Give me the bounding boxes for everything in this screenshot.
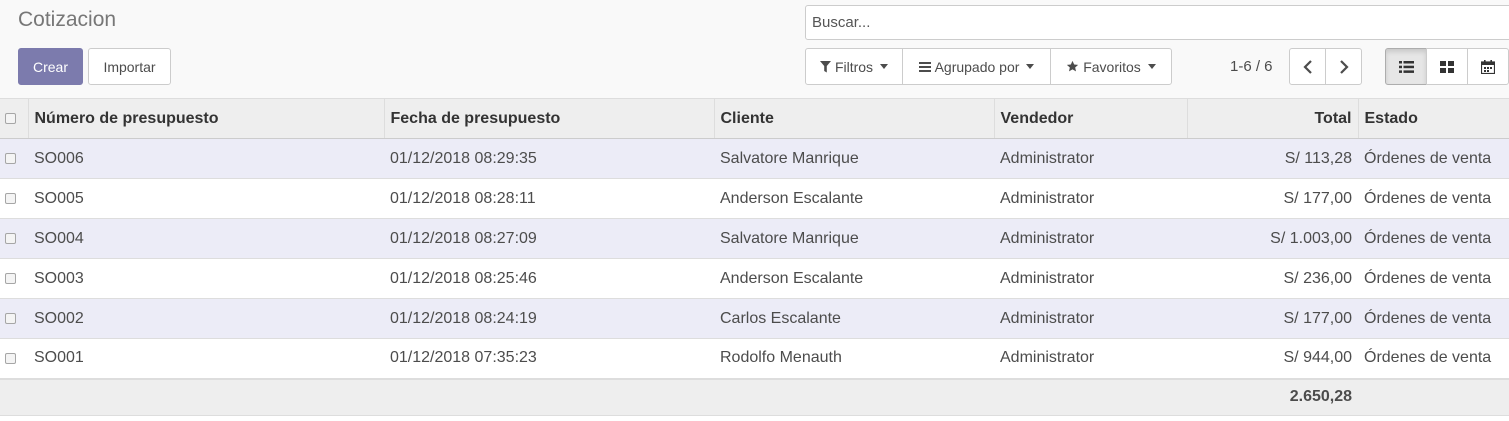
cell-salesperson: Administrator [994,338,1187,379]
pager [1289,48,1362,85]
control-panel: Cotizacion Crear Importar Filtros Agrupa… [0,0,1509,98]
pager-value[interactable]: 1-6 / 6 [1230,58,1273,75]
list-view-icon [1398,60,1414,73]
cell-salesperson: Administrator [994,258,1187,299]
calendar-view-button[interactable] [1467,48,1509,85]
cell-customer: Carlos Escalante [714,298,994,339]
cell-customer: Salvatore Manrique [714,218,994,259]
cell-total: S/ 113,28 [1187,138,1358,179]
table-row[interactable]: SO005 01/12/2018 08:28:11 Anderson Escal… [0,178,1509,219]
view-switcher [1385,48,1509,85]
caret-down-icon [1147,64,1156,69]
column-header-number[interactable]: Número de presupuesto [27,98,384,139]
column-header-customer[interactable]: Cliente [713,98,994,139]
table-row[interactable]: SO002 01/12/2018 08:24:19 Carlos Escalan… [0,298,1509,339]
quotation-table: Número de presupuesto Fecha de presupues… [0,98,1509,416]
table-row[interactable]: SO004 01/12/2018 08:27:09 Salvatore Manr… [0,218,1509,259]
row-checkbox[interactable] [5,153,16,164]
cell-number: SO001 [28,338,384,379]
kanban-view-button[interactable] [1426,48,1468,85]
cell-number: SO004 [28,218,384,259]
cell-total: S/ 177,00 [1187,178,1358,219]
cell-salesperson: Administrator [994,138,1187,179]
cell-status: Órdenes de venta [1358,298,1509,339]
cell-date: 01/12/2018 08:29:35 [384,138,714,179]
page-title: Cotizacion [18,8,117,31]
column-header-date[interactable]: Fecha de presupuesto [383,98,714,139]
cell-total: S/ 1.003,00 [1187,218,1358,259]
row-select-cell [0,138,28,179]
cell-total: S/ 236,00 [1187,258,1358,299]
kanban-view-icon [1440,60,1454,73]
filter-icon [819,60,831,73]
cell-number: SO002 [28,298,384,339]
table-row[interactable]: SO003 01/12/2018 08:25:46 Anderson Escal… [0,258,1509,299]
filters-button[interactable]: Filtros [805,48,903,85]
cell-customer: Rodolfo Menauth [714,338,994,379]
row-checkbox[interactable] [5,193,16,204]
row-select-cell [0,258,28,299]
cell-status: Órdenes de venta [1358,338,1509,379]
cell-number: SO006 [28,138,384,179]
calendar-view-icon [1481,59,1495,74]
select-all-cell [0,98,28,139]
pager-next-button[interactable] [1325,48,1362,85]
caret-down-icon [1026,64,1035,69]
pager-previous-button[interactable] [1289,48,1326,85]
table-header-row: Número de presupuesto Fecha de presupues… [0,98,1509,139]
cell-date: 01/12/2018 08:24:19 [384,298,714,339]
cell-status: Órdenes de venta [1358,258,1509,299]
group-by-label: Agrupado por [934,58,1020,75]
row-checkbox[interactable] [5,313,16,324]
search-input[interactable] [805,5,1509,40]
row-checkbox[interactable] [5,233,16,244]
cell-salesperson: Administrator [994,178,1187,219]
create-button[interactable]: Crear [18,48,83,85]
cell-salesperson: Administrator [994,298,1187,339]
star-icon [1066,60,1079,73]
row-checkbox[interactable] [5,352,16,364]
cell-status: Órdenes de venta [1358,138,1509,179]
table-row[interactable]: SO006 01/12/2018 08:29:35 Salvatore Manr… [0,138,1509,179]
row-checkbox[interactable] [5,273,16,284]
column-header-status[interactable]: Estado [1357,98,1509,139]
cell-total: S/ 944,00 [1187,338,1358,379]
cell-date: 01/12/2018 08:27:09 [384,218,714,259]
table-row[interactable]: SO001 01/12/2018 07:35:23 Rodolfo Menaut… [0,338,1509,379]
row-select-cell [0,298,28,339]
group-by-button[interactable]: Agrupado por [902,48,1051,85]
row-select-cell [0,178,28,219]
cell-salesperson: Administrator [994,218,1187,259]
cell-date: 01/12/2018 07:35:23 [384,338,714,379]
cell-customer: Anderson Escalante [714,258,994,299]
column-header-salesperson[interactable]: Vendedor [993,98,1187,139]
cell-number: SO005 [28,178,384,219]
import-button[interactable]: Importar [88,48,171,85]
column-header-total[interactable]: Total [1186,98,1358,139]
cell-number: SO003 [28,258,384,299]
cell-status: Órdenes de venta [1358,218,1509,259]
chevron-right-icon [1339,59,1349,74]
chevron-left-icon [1302,59,1313,74]
cell-total: S/ 177,00 [1187,298,1358,339]
cell-status: Órdenes de venta [1358,178,1509,219]
table-footer-row: 2.650,28 [0,377,1509,416]
grand-total: 2.650,28 [1187,377,1358,416]
filters-label: Filtros [834,58,874,75]
favorites-button[interactable]: Favoritos [1050,48,1172,85]
bars-icon [918,61,931,72]
caret-down-icon [880,64,889,69]
row-select-cell [0,218,28,259]
list-view-button[interactable] [1385,48,1427,85]
search-options: Filtros Agrupado por Favoritos [805,48,1172,85]
select-all-checkbox[interactable] [5,113,16,124]
row-select-cell [0,338,28,379]
cell-date: 01/12/2018 08:25:46 [384,258,714,299]
cell-date: 01/12/2018 08:28:11 [384,178,714,219]
favorites-label: Favoritos [1083,58,1141,75]
cell-customer: Anderson Escalante [714,178,994,219]
cell-customer: Salvatore Manrique [714,138,994,179]
